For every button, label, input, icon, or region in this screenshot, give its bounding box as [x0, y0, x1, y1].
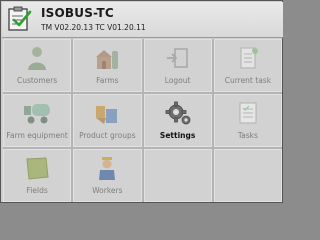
workers-label: Workers [92, 186, 123, 195]
customers-button[interactable]: Customers [3, 39, 72, 92]
clipboard-check-icon [8, 6, 32, 31]
empty-slot [143, 149, 212, 202]
logout-label: Logout [164, 76, 191, 85]
gears-icon [165, 101, 191, 125]
workers-button[interactable]: Workers [73, 149, 142, 202]
app-title: ISOBUS-TC [41, 6, 114, 20]
customers-icon [28, 47, 47, 70]
current-task-button[interactable]: Current task [213, 39, 282, 92]
farm-icon [96, 50, 119, 69]
farms-label: Farms [96, 76, 119, 85]
current-task-icon [240, 47, 258, 69]
tasks-button[interactable]: Tasks [213, 94, 282, 147]
product-groups-button[interactable]: Product groups [73, 94, 142, 147]
product-groups-label: Product groups [79, 131, 136, 140]
logout-button[interactable]: Logout [143, 39, 212, 92]
main-menu-grid: Customers Farms Logout Current task Farm… [3, 39, 282, 202]
version-text: TM V02.20.13 TC V01.20.11 [41, 23, 146, 32]
settings-button[interactable]: Settings [143, 94, 212, 147]
farm-equipment-label: Farm equipment [6, 131, 68, 140]
current-task-label: Current task [224, 76, 272, 85]
tasks-label: Tasks [237, 131, 258, 140]
empty-slot [213, 149, 282, 202]
logout-icon [166, 48, 188, 68]
terminal-frame: ISOBUS-TC TM V02.20.13 TC V01.20.11 Cust… [0, 0, 283, 203]
farm-equipment-button[interactable]: Farm equipment [3, 94, 72, 147]
app-header: ISOBUS-TC TM V02.20.13 TC V01.20.11 [2, 2, 283, 38]
settings-label: Settings [159, 131, 196, 140]
field-icon [26, 157, 49, 180]
farm-equipment-icon [24, 104, 51, 124]
farms-button[interactable]: Farms [73, 39, 142, 92]
worker-icon [99, 157, 116, 180]
fields-label: Fields [26, 186, 48, 195]
product-groups-icon [96, 106, 118, 124]
customers-label: Customers [16, 76, 58, 85]
fields-button[interactable]: Fields [3, 149, 72, 202]
tasks-icon [239, 102, 257, 124]
